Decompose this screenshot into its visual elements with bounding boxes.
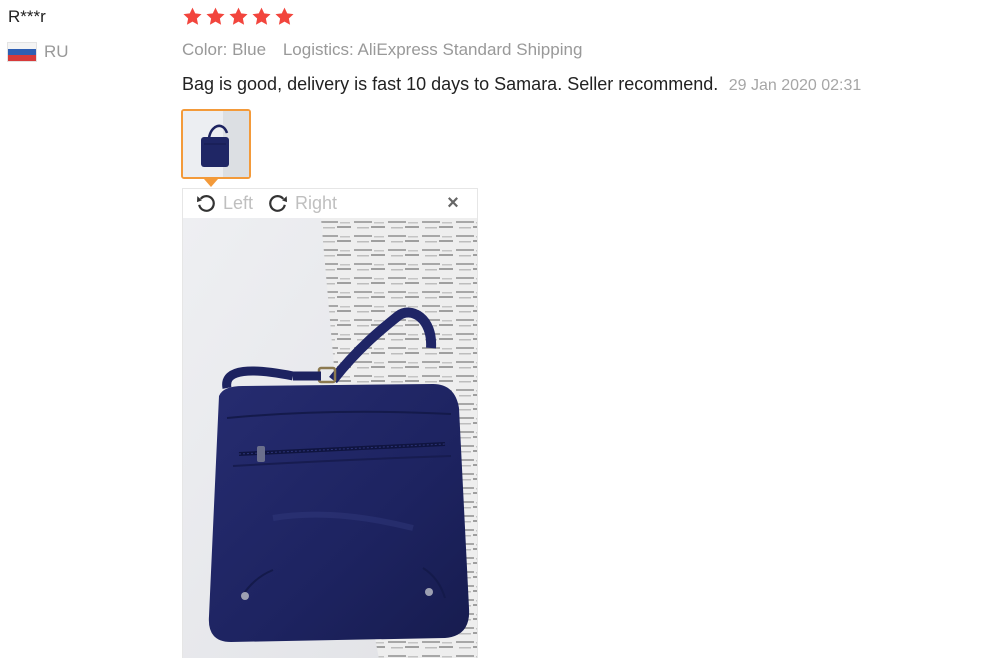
review-body: Bag is good, delivery is fast 10 days to…: [182, 74, 861, 95]
rotate-right-label: Right: [295, 192, 338, 213]
rotate-left-label: Left: [223, 192, 254, 213]
viewer-toolbar: Left Right ×: [183, 189, 477, 217]
reviewer-name: R***r: [8, 7, 46, 26]
rotate-left-icon: [197, 195, 215, 212]
image-viewer: Left Right ×: [182, 188, 478, 658]
color-attribute: Color: Blue: [182, 40, 267, 59]
russia-flag-icon: [8, 43, 36, 61]
bag-photo-image: [183, 218, 477, 658]
star-rating: [182, 6, 295, 27]
star-icon: [251, 6, 272, 27]
star-icon: [274, 6, 295, 27]
rotate-right-button[interactable]: Right: [267, 192, 337, 214]
reviewer-country: RU: [8, 42, 69, 62]
close-viewer-button[interactable]: ×: [445, 193, 461, 213]
star-icon: [205, 6, 226, 27]
review-text: Bag is good, delivery is fast 10 days to…: [182, 74, 719, 94]
rotate-right-icon: [269, 195, 288, 212]
country-code: RU: [44, 42, 69, 61]
review-photo: [183, 218, 477, 658]
review-date: 29 Jan 2020 02:31: [728, 77, 862, 94]
logistics-attribute: Logistics: AliExpress Standard Shipping: [282, 40, 583, 59]
photo-thumbnail[interactable]: [181, 109, 251, 179]
star-icon: [182, 6, 203, 27]
thumbnail-pointer-icon: [204, 179, 218, 187]
star-icon: [228, 6, 249, 27]
rotate-left-button[interactable]: Left: [195, 192, 253, 214]
order-attributes: Color: Blue Logistics: AliExpress Standa…: [182, 40, 582, 60]
review-item: R***r RU Color: Blue Logistics: AliExpre…: [0, 0, 1000, 658]
thumbnail-image: [183, 111, 249, 177]
